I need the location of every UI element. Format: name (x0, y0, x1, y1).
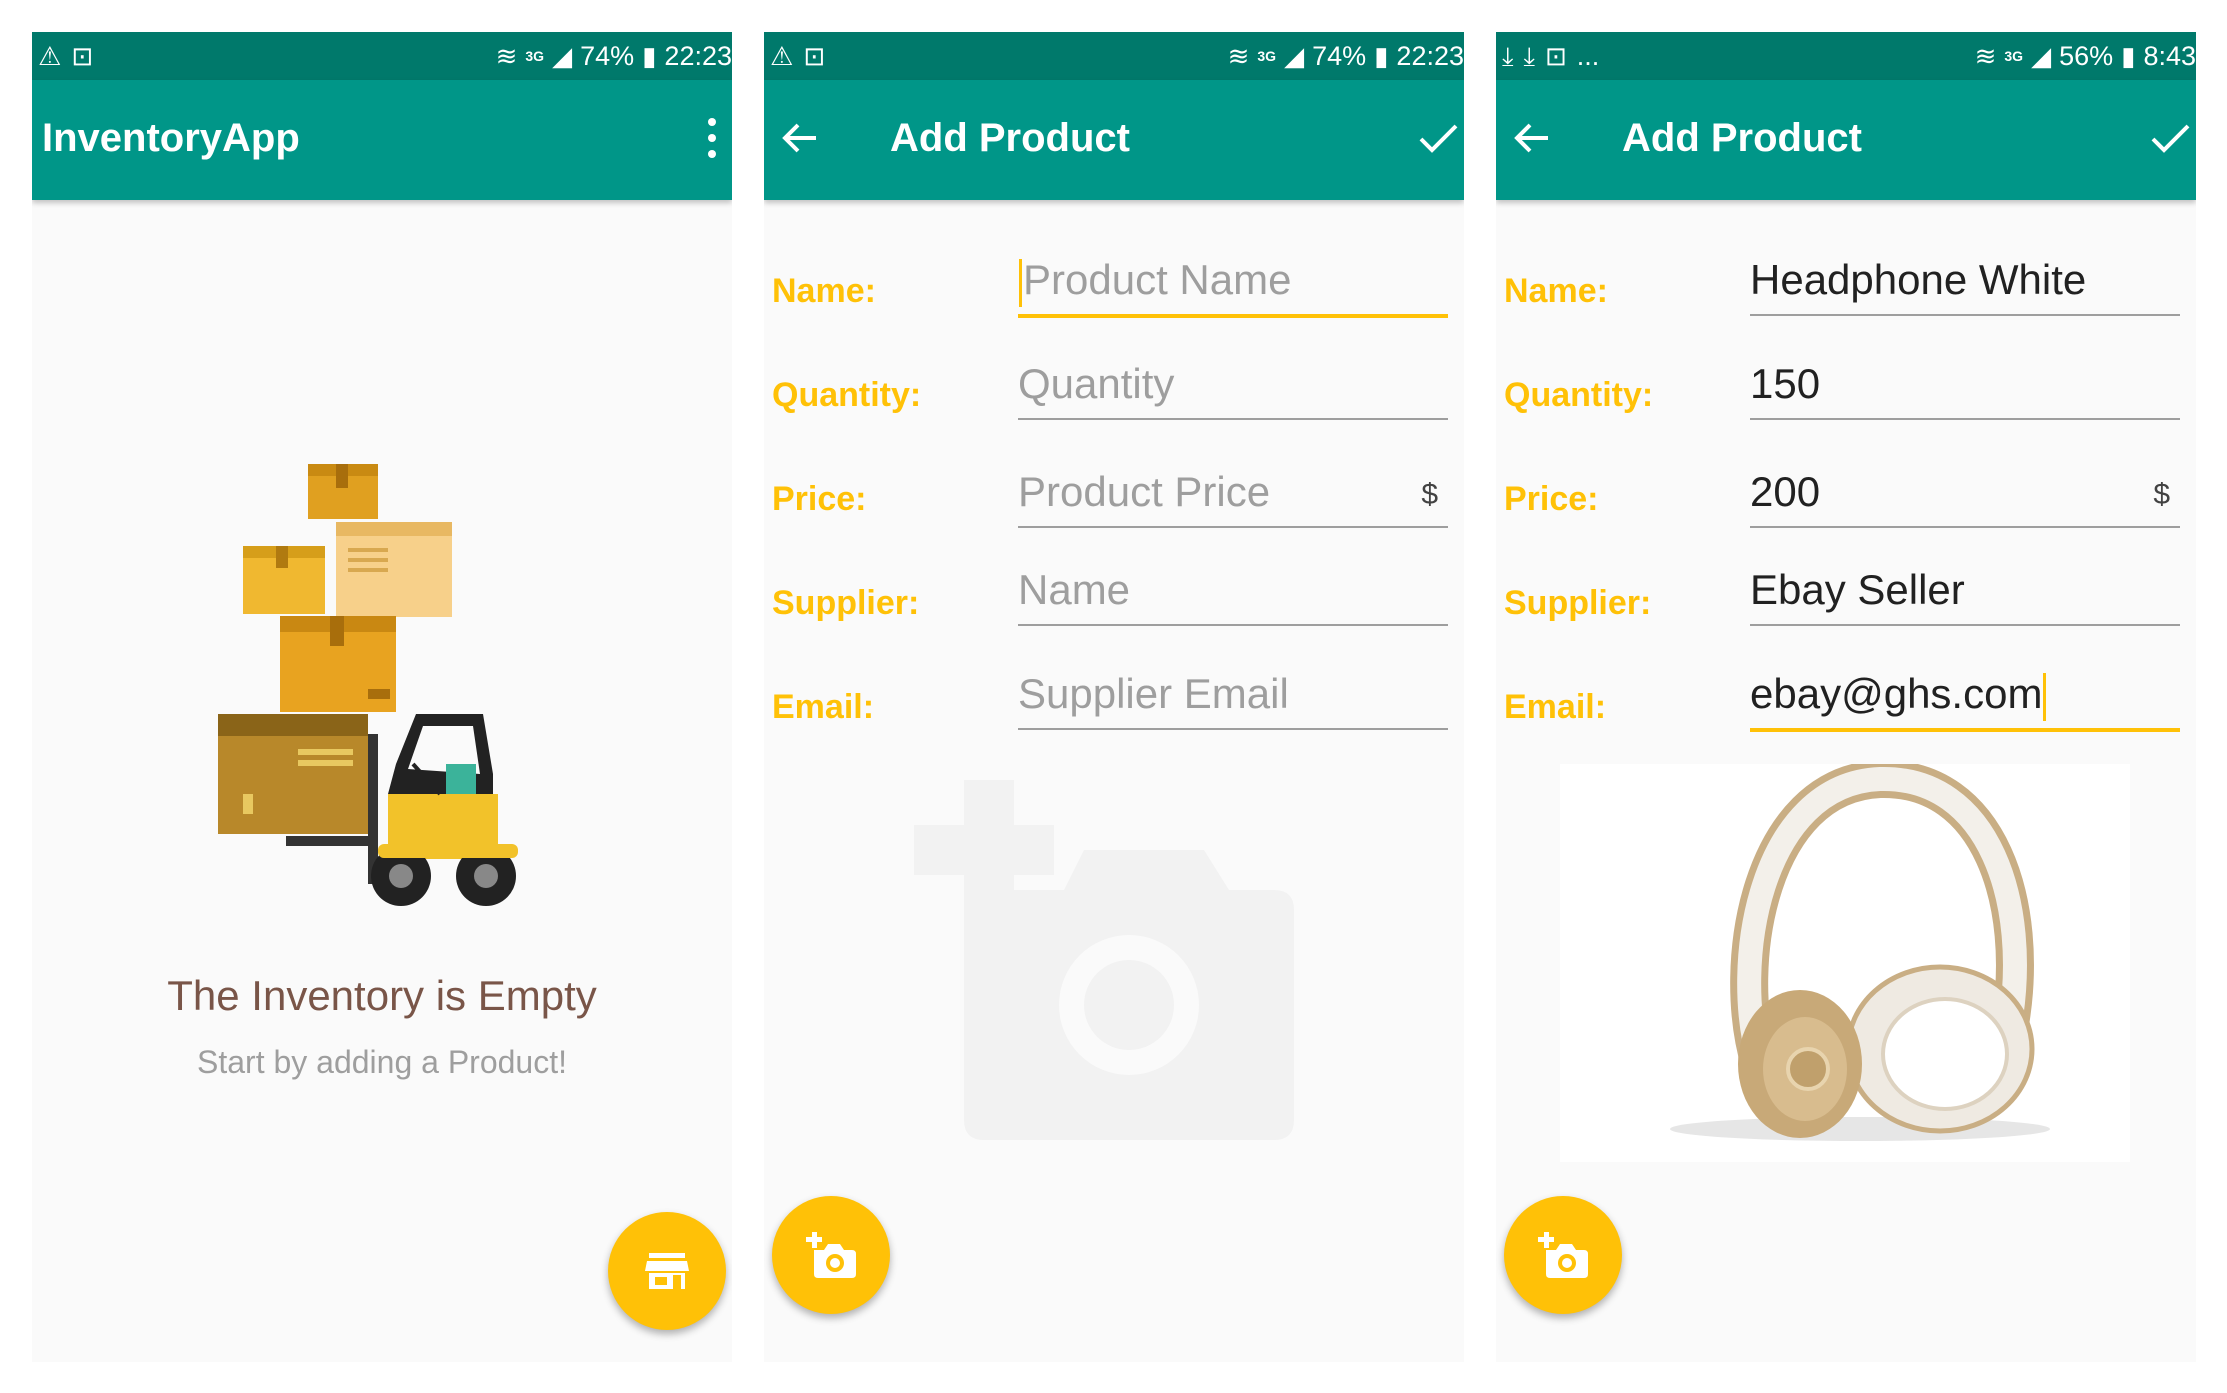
name-label: Name: (772, 272, 876, 310)
supplier-name-input[interactable]: Ebay Seller (1750, 560, 2180, 626)
price-label: Price: (772, 480, 867, 518)
price-input[interactable]: Product Price $ (1018, 462, 1448, 528)
supplier-label: Supplier: (1504, 584, 1652, 622)
screen-title: Add Product (890, 116, 1130, 160)
save-check-icon[interactable] (1416, 116, 1460, 160)
quantity-label: Quantity: (772, 376, 922, 414)
network-type: 3G (1257, 48, 1277, 64)
notification-icon: ⚠ (770, 41, 794, 71)
currency-symbol: $ (1421, 478, 1438, 511)
price-value: 200 (1750, 468, 1821, 515)
empty-state-subtitle: Start by adding a Product! (197, 1044, 567, 1080)
app-title: InventoryApp (42, 116, 300, 160)
network-type: 3G (525, 48, 545, 64)
add-photo-icon (806, 1232, 856, 1278)
app-bar: Add Product (1496, 80, 2196, 200)
download-icon: ⤓ (1523, 41, 1536, 71)
wifi-icon: ≋ (1227, 41, 1250, 71)
signal-icon: ◢ (1284, 41, 1305, 71)
empty-state-title: The Inventory is Empty (167, 972, 597, 1019)
add-photo-fab[interactable] (772, 1196, 890, 1314)
signal-icon: ◢ (552, 41, 573, 71)
notification-icon: ⚠ (38, 41, 62, 71)
status-bar: ⤓ ⤓ ⊡ ... ≋ 3G ◢ 56% ▮ 8:43 (1496, 32, 2196, 80)
text-cursor (2043, 672, 2047, 721)
supplier-email-input[interactable]: Supplier Email (1018, 664, 1448, 730)
save-check-icon[interactable] (2148, 116, 2192, 160)
add-product-fab[interactable] (608, 1212, 726, 1330)
network-type: 3G (2004, 48, 2024, 64)
wifi-icon: ≋ (495, 41, 518, 71)
screen-title: Add Product (1622, 116, 1862, 160)
email-label: Email: (772, 688, 875, 726)
status-bar: ⚠ ⊡ ≋ 3G ◢ 74% ▮ 22:23 (32, 32, 732, 80)
more-notifications: ... (1576, 40, 1600, 71)
camera-placeholder-icon (914, 780, 1294, 1140)
add-photo-icon (1538, 1232, 1588, 1278)
supplier-name-value: Ebay Seller (1750, 566, 1965, 613)
add-product-screen-filled: ⤓ ⤓ ⊡ ... ≋ 3G ◢ 56% ▮ 8:43 Add Product … (1496, 32, 2196, 1362)
add-product-screen-empty: ⚠ ⊡ ≋ 3G ◢ 74% ▮ 22:23 Add Product Name: (764, 32, 1464, 1362)
supplier-email-value: ebay@ghs.com (1750, 670, 2043, 717)
quantity-label: Quantity: (1504, 376, 1654, 414)
app-bar: InventoryApp (32, 80, 732, 200)
boxes-forklift-illustration (218, 464, 518, 906)
store-icon (645, 1253, 689, 1289)
battery-percent: 74% (1312, 40, 1367, 71)
screenshot-icon: ⊡ (803, 41, 826, 71)
quantity-placeholder: Quantity (1018, 360, 1175, 407)
supplier-name-input[interactable]: Name (1018, 560, 1448, 626)
screenshot-icon: ⊡ (71, 41, 94, 71)
product-name-value: Headphone White (1750, 256, 2087, 303)
clock: 22:23 (664, 40, 732, 71)
email-label: Email: (1504, 688, 1607, 726)
text-cursor (1019, 258, 1022, 307)
currency-symbol: $ (2153, 478, 2170, 511)
battery-icon: ▮ (2121, 41, 2136, 71)
name-label: Name: (1504, 272, 1608, 310)
app-bar: Add Product (764, 80, 1464, 200)
supplier-email-placeholder: Supplier Email (1018, 670, 1289, 717)
supplier-email-input[interactable]: ebay@ghs.com (1750, 664, 2180, 732)
back-arrow-icon[interactable] (778, 116, 822, 160)
signal-icon: ◢ (2031, 41, 2052, 71)
price-input[interactable]: 200 $ (1750, 462, 2180, 528)
battery-charging-icon: ▮ (1374, 41, 1389, 71)
screenshot-icon: ⊡ (1545, 41, 1567, 71)
supplier-label: Supplier: (772, 584, 920, 622)
battery-percent: 56% (2059, 40, 2114, 71)
status-bar: ⚠ ⊡ ≋ 3G ◢ 74% ▮ 22:23 (764, 32, 1464, 80)
product-name-placeholder: Product Name (1023, 256, 1292, 303)
quantity-input[interactable]: 150 (1750, 354, 2180, 420)
battery-percent: 74% (580, 40, 635, 71)
price-placeholder: Product Price (1018, 468, 1271, 515)
wifi-icon: ≋ (1974, 41, 1997, 71)
download-icon: ⤓ (1502, 41, 1514, 71)
product-name-input[interactable]: Headphone White (1750, 250, 2180, 316)
inventory-empty-screen: ⚠ ⊡ ≋ 3G ◢ 74% ▮ 22:23 InventoryApp The … (32, 32, 732, 1362)
headphones-image (1670, 759, 2050, 1141)
overflow-menu-icon[interactable] (706, 118, 718, 162)
quantity-input[interactable]: Quantity (1018, 354, 1448, 420)
clock: 8:43 (2143, 40, 2196, 71)
product-name-input[interactable]: Product Name (1018, 250, 1448, 318)
clock: 22:23 (1396, 40, 1464, 71)
battery-charging-icon: ▮ (642, 41, 657, 71)
add-photo-fab[interactable] (1504, 1196, 1622, 1314)
product-photo[interactable] (1560, 759, 2130, 1162)
back-arrow-icon[interactable] (1510, 116, 1554, 160)
supplier-name-placeholder: Name (1018, 566, 1131, 613)
quantity-value: 150 (1750, 360, 1821, 407)
price-label: Price: (1504, 480, 1599, 518)
